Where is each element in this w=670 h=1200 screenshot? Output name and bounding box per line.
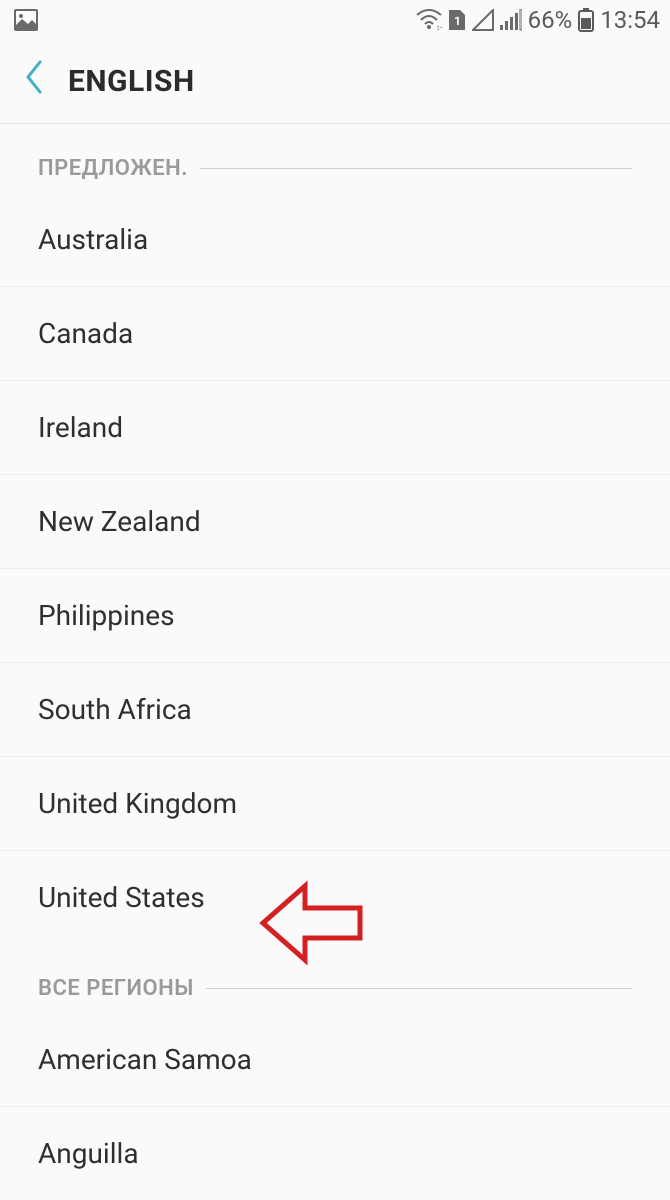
section-rule — [206, 988, 632, 989]
status-bar: ↕+ 1 66% — [0, 0, 670, 40]
list-item[interactable]: New Zealand — [0, 475, 670, 569]
picture-icon — [14, 9, 38, 31]
list-group-all-regions: American Samoa Anguilla — [0, 1013, 670, 1200]
list-item[interactable]: United Kingdom — [0, 757, 670, 851]
sim-icon: 1 — [448, 9, 466, 31]
section-label-suggested: ПРЕДЛОЖЕН. — [38, 156, 188, 181]
status-right: ↕+ 1 66% — [416, 6, 660, 34]
list-item[interactable]: Philippines — [0, 569, 670, 663]
list-item[interactable]: Anguilla — [0, 1107, 670, 1200]
list-group-suggested: Australia Canada Ireland New Zealand Phi… — [0, 193, 670, 944]
list-item[interactable]: Ireland — [0, 381, 670, 475]
page-title: ENGLISH — [68, 64, 195, 99]
clock-time: 13:54 — [600, 6, 660, 34]
svg-text:1: 1 — [454, 14, 461, 28]
list-item[interactable]: South Africa — [0, 663, 670, 757]
back-button[interactable] — [24, 60, 44, 104]
list-item[interactable]: Australia — [0, 193, 670, 287]
section-rule — [200, 168, 632, 169]
list-item[interactable]: Canada — [0, 287, 670, 381]
battery-percentage: 66% — [528, 6, 573, 34]
wifi-icon: ↕+ — [416, 9, 442, 31]
section-header-suggested: ПРЕДЛОЖЕН. — [0, 124, 670, 193]
svg-text:↕+: ↕+ — [436, 23, 442, 31]
status-left — [14, 9, 38, 31]
list-item[interactable]: United States — [0, 851, 670, 944]
battery-icon — [578, 8, 594, 32]
list-item[interactable]: American Samoa — [0, 1013, 670, 1107]
section-header-all-regions: ВСЕ РЕГИОНЫ — [0, 944, 670, 1013]
section-label-all-regions: ВСЕ РЕГИОНЫ — [38, 976, 194, 1001]
app-header: ENGLISH — [0, 40, 670, 124]
signal-empty-icon — [472, 9, 494, 31]
signal-bars-icon — [500, 9, 522, 31]
